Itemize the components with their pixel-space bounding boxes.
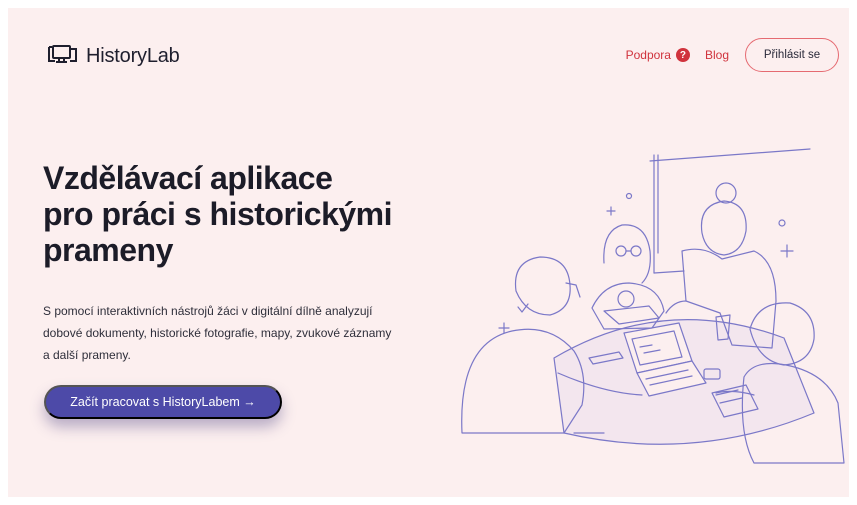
nav-support-label: Podpora [625, 48, 671, 62]
hero-description: S pomocí interaktivních nástrojů žáci v … [43, 300, 443, 366]
whiteboard-illustration [649, 148, 811, 274]
top-nav: Podpora ? Blog Přihlásit se [626, 38, 839, 72]
nav-support-link[interactable]: Podpora ? [626, 48, 690, 62]
question-icon: ? [675, 48, 690, 62]
start-working-button[interactable]: Začít pracovat s HistoryLabem → [44, 385, 282, 419]
nav-blog-link[interactable]: Blog [705, 48, 729, 62]
student-glasses-illustration [591, 224, 665, 330]
hero-description-line-2: dobové dokumenty, historické fotografie,… [43, 326, 392, 340]
login-button[interactable]: Přihlásit se [745, 38, 839, 72]
sparkle-decorations [498, 192, 794, 334]
landing-page: HistoryLab Podpora ? Blog Přihlásit se V… [8, 8, 849, 497]
hero-description-line-1: S pomocí interaktivních nástrojů žáci v … [43, 304, 373, 318]
hero-title-line-1: Vzdělávací aplikace [43, 160, 333, 196]
devices-logo-icon [44, 44, 80, 69]
hero-description-line-3: a další prameny. [43, 348, 131, 362]
hero-title-line-3: prameny [43, 232, 173, 268]
logo[interactable]: HistoryLab [44, 44, 180, 69]
hero-title-line-2: pro práci s historickými [43, 196, 393, 232]
hero-title: Vzdělávací aplikace pro práci s historic… [43, 160, 423, 268]
logo-text: HistoryLab [86, 45, 180, 67]
classroom-illustration [454, 133, 849, 478]
